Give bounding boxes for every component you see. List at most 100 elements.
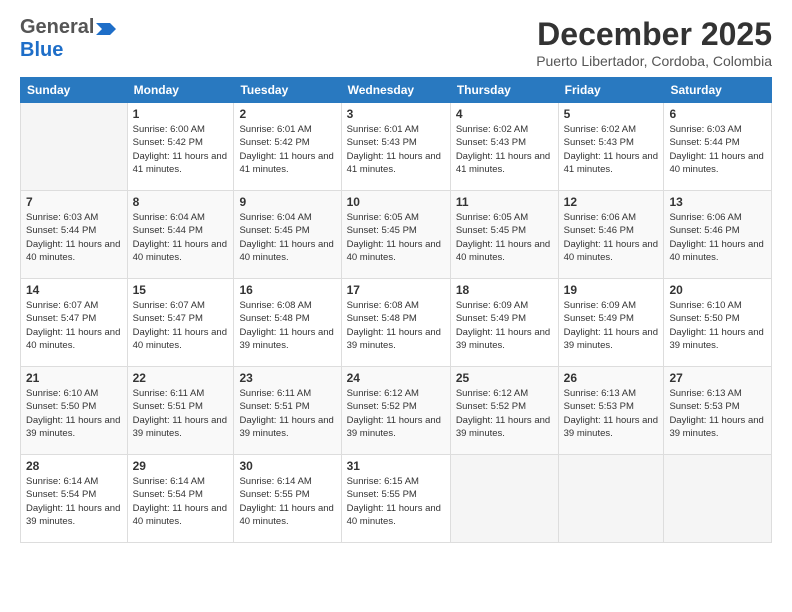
day-info: Sunrise: 6:10 AMSunset: 5:50 PMDaylight:… bbox=[669, 300, 763, 351]
calendar-cell bbox=[21, 103, 128, 191]
day-info: Sunrise: 6:09 AMSunset: 5:49 PMDaylight:… bbox=[564, 300, 658, 351]
logo-blue-text: Blue bbox=[20, 39, 63, 62]
day-info: Sunrise: 6:03 AMSunset: 5:44 PMDaylight:… bbox=[26, 212, 120, 263]
calendar-cell: 14 Sunrise: 6:07 AMSunset: 5:47 PMDayligh… bbox=[21, 279, 128, 367]
calendar-cell: 25Sunrise: 6:12 AMSunset: 5:52 PMDayligh… bbox=[450, 367, 558, 455]
day-number: 14 bbox=[26, 283, 122, 297]
day-header-tuesday: Tuesday bbox=[234, 78, 341, 103]
calendar-cell: 18 Sunrise: 6:09 AMSunset: 5:49 PMDayligh… bbox=[450, 279, 558, 367]
calendar-table: SundayMondayTuesdayWednesdayThursdayFrid… bbox=[20, 77, 772, 543]
calendar-cell: 31 Sunrise: 6:15 AMSunset: 5:55 PMDayligh… bbox=[341, 455, 450, 543]
day-info: Sunrise: 6:14 AMSunset: 5:54 PMDaylight:… bbox=[133, 476, 227, 527]
calendar-cell: 5Sunrise: 6:02 AMSunset: 5:43 PMDaylight… bbox=[558, 103, 664, 191]
day-info: Sunrise: 6:13 AMSunset: 5:53 PMDaylight:… bbox=[564, 388, 658, 439]
day-header-thursday: Thursday bbox=[450, 78, 558, 103]
day-info: Sunrise: 6:14 AMSunset: 5:55 PMDaylight:… bbox=[239, 476, 333, 527]
day-info: Sunrise: 6:01 AMSunset: 5:43 PMDaylight:… bbox=[347, 124, 441, 175]
day-info: Sunrise: 6:15 AMSunset: 5:55 PMDaylight:… bbox=[347, 476, 441, 527]
day-number: 23 bbox=[239, 371, 335, 385]
day-number: 21 bbox=[26, 371, 122, 385]
day-number: 18 bbox=[456, 283, 553, 297]
day-number: 16 bbox=[239, 283, 335, 297]
day-number: 13 bbox=[669, 195, 766, 209]
calendar-cell: 11Sunrise: 6:05 AMSunset: 5:45 PMDayligh… bbox=[450, 191, 558, 279]
logo-general-text: General bbox=[20, 16, 94, 39]
calendar-cell: 3 Sunrise: 6:01 AMSunset: 5:43 PMDaylight… bbox=[341, 103, 450, 191]
day-number: 8 bbox=[133, 195, 229, 209]
day-info: Sunrise: 6:10 AMSunset: 5:50 PMDaylight:… bbox=[26, 388, 120, 439]
day-number: 3 bbox=[347, 107, 445, 121]
day-info: Sunrise: 6:14 AMSunset: 5:54 PMDaylight:… bbox=[26, 476, 120, 527]
calendar-week-5: 28 Sunrise: 6:14 AMSunset: 5:54 PMDayligh… bbox=[21, 455, 772, 543]
logo: General Blue bbox=[20, 16, 116, 62]
calendar-cell: 7 Sunrise: 6:03 AMSunset: 5:44 PMDaylight… bbox=[21, 191, 128, 279]
day-number: 30 bbox=[239, 459, 335, 473]
day-info: Sunrise: 6:11 AMSunset: 5:51 PMDaylight:… bbox=[133, 388, 227, 439]
calendar-cell: 10Sunrise: 6:05 AMSunset: 5:45 PMDayligh… bbox=[341, 191, 450, 279]
day-number: 7 bbox=[26, 195, 122, 209]
day-number: 17 bbox=[347, 283, 445, 297]
day-info: Sunrise: 6:06 AMSunset: 5:46 PMDaylight:… bbox=[564, 212, 658, 263]
logo-wing-icon bbox=[96, 21, 116, 37]
day-header-friday: Friday bbox=[558, 78, 664, 103]
day-number: 19 bbox=[564, 283, 659, 297]
calendar-cell bbox=[664, 455, 772, 543]
day-info: Sunrise: 6:01 AMSunset: 5:42 PMDaylight:… bbox=[239, 124, 333, 175]
day-info: Sunrise: 6:05 AMSunset: 5:45 PMDaylight:… bbox=[347, 212, 441, 263]
day-number: 28 bbox=[26, 459, 122, 473]
day-number: 26 bbox=[564, 371, 659, 385]
calendar-cell: 27 Sunrise: 6:13 AMSunset: 5:53 PMDayligh… bbox=[664, 367, 772, 455]
calendar-cell: 16Sunrise: 6:08 AMSunset: 5:48 PMDayligh… bbox=[234, 279, 341, 367]
calendar-cell: 26 Sunrise: 6:13 AMSunset: 5:53 PMDayligh… bbox=[558, 367, 664, 455]
day-info: Sunrise: 6:02 AMSunset: 5:43 PMDaylight:… bbox=[456, 124, 550, 175]
day-header-saturday: Saturday bbox=[664, 78, 772, 103]
day-info: Sunrise: 6:09 AMSunset: 5:49 PMDaylight:… bbox=[456, 300, 550, 351]
day-info: Sunrise: 6:07 AMSunset: 5:47 PMDaylight:… bbox=[26, 300, 120, 351]
calendar-cell: 22Sunrise: 6:11 AMSunset: 5:51 PMDayligh… bbox=[127, 367, 234, 455]
calendar-cell: 15 Sunrise: 6:07 AMSunset: 5:47 PMDayligh… bbox=[127, 279, 234, 367]
calendar-cell: 9Sunrise: 6:04 AMSunset: 5:45 PMDaylight… bbox=[234, 191, 341, 279]
calendar-cell: 13 Sunrise: 6:06 AMSunset: 5:46 PMDayligh… bbox=[664, 191, 772, 279]
day-number: 15 bbox=[133, 283, 229, 297]
day-number: 2 bbox=[239, 107, 335, 121]
calendar-cell bbox=[558, 455, 664, 543]
calendar-cell: 2 Sunrise: 6:01 AMSunset: 5:42 PMDaylight… bbox=[234, 103, 341, 191]
calendar-cell: 21 Sunrise: 6:10 AMSunset: 5:50 PMDayligh… bbox=[21, 367, 128, 455]
day-number: 31 bbox=[347, 459, 445, 473]
day-info: Sunrise: 6:03 AMSunset: 5:44 PMDaylight:… bbox=[669, 124, 763, 175]
day-header-wednesday: Wednesday bbox=[341, 78, 450, 103]
calendar-cell: 28 Sunrise: 6:14 AMSunset: 5:54 PMDayligh… bbox=[21, 455, 128, 543]
day-info: Sunrise: 6:12 AMSunset: 5:52 PMDaylight:… bbox=[456, 388, 550, 439]
day-number: 29 bbox=[133, 459, 229, 473]
calendar-cell: 23Sunrise: 6:11 AMSunset: 5:51 PMDayligh… bbox=[234, 367, 341, 455]
day-number: 4 bbox=[456, 107, 553, 121]
day-info: Sunrise: 6:12 AMSunset: 5:52 PMDaylight:… bbox=[347, 388, 441, 439]
day-number: 27 bbox=[669, 371, 766, 385]
calendar-week-4: 21 Sunrise: 6:10 AMSunset: 5:50 PMDayligh… bbox=[21, 367, 772, 455]
calendar-cell: 6Sunrise: 6:03 AMSunset: 5:44 PMDaylight… bbox=[664, 103, 772, 191]
day-info: Sunrise: 6:07 AMSunset: 5:47 PMDaylight:… bbox=[133, 300, 227, 351]
calendar-cell: 8Sunrise: 6:04 AMSunset: 5:44 PMDaylight… bbox=[127, 191, 234, 279]
calendar-cell: 24 Sunrise: 6:12 AMSunset: 5:52 PMDayligh… bbox=[341, 367, 450, 455]
day-number: 12 bbox=[564, 195, 659, 209]
header: General Blue December 2025 Puerto Libert… bbox=[20, 16, 772, 69]
day-info: Sunrise: 6:06 AMSunset: 5:46 PMDaylight:… bbox=[669, 212, 763, 263]
day-info: Sunrise: 6:04 AMSunset: 5:45 PMDaylight:… bbox=[239, 212, 333, 263]
calendar-cell bbox=[450, 455, 558, 543]
day-info: Sunrise: 6:13 AMSunset: 5:53 PMDaylight:… bbox=[669, 388, 763, 439]
month-title: December 2025 bbox=[536, 16, 772, 53]
day-info: Sunrise: 6:05 AMSunset: 5:45 PMDaylight:… bbox=[456, 212, 550, 263]
calendar-cell: 29 Sunrise: 6:14 AMSunset: 5:54 PMDayligh… bbox=[127, 455, 234, 543]
calendar-cell: 17Sunrise: 6:08 AMSunset: 5:48 PMDayligh… bbox=[341, 279, 450, 367]
day-number: 5 bbox=[564, 107, 659, 121]
calendar-cell: 20Sunrise: 6:10 AMSunset: 5:50 PMDayligh… bbox=[664, 279, 772, 367]
page: General Blue December 2025 Puerto Libert… bbox=[0, 0, 792, 612]
calendar-cell: 12 Sunrise: 6:06 AMSunset: 5:46 PMDayligh… bbox=[558, 191, 664, 279]
day-header-sunday: Sunday bbox=[21, 78, 128, 103]
day-info: Sunrise: 6:00 AMSunset: 5:42 PMDaylight:… bbox=[133, 124, 227, 175]
day-number: 24 bbox=[347, 371, 445, 385]
calendar-cell: 19 Sunrise: 6:09 AMSunset: 5:49 PMDayligh… bbox=[558, 279, 664, 367]
day-number: 1 bbox=[133, 107, 229, 121]
calendar-cell: 30 Sunrise: 6:14 AMSunset: 5:55 PMDayligh… bbox=[234, 455, 341, 543]
calendar-cell: 4 Sunrise: 6:02 AMSunset: 5:43 PMDaylight… bbox=[450, 103, 558, 191]
